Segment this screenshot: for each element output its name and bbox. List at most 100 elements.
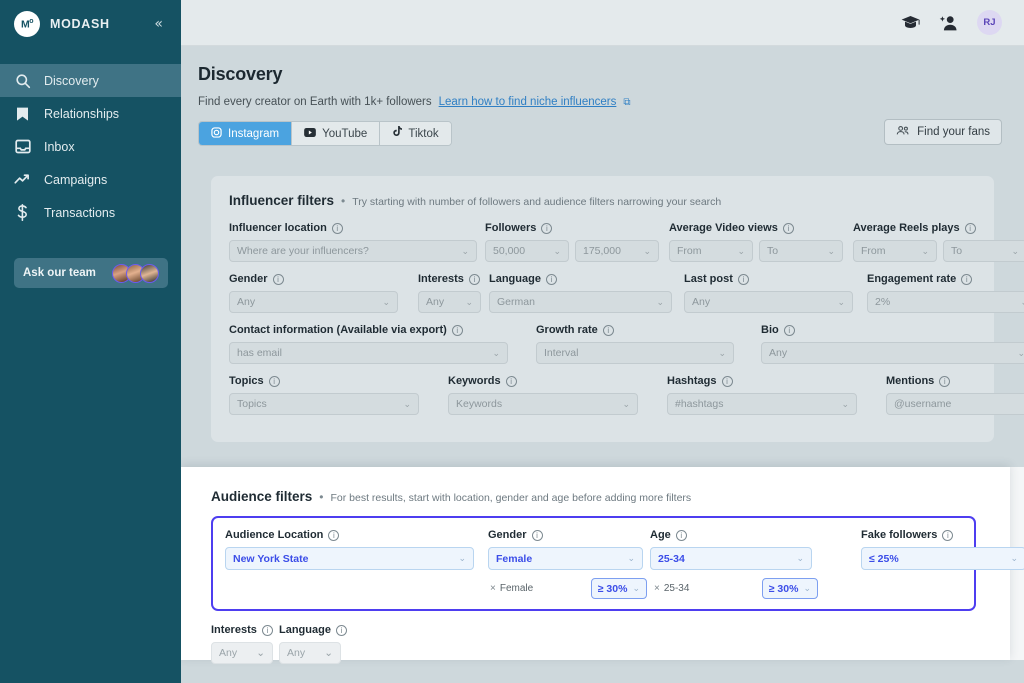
sidebar-item-inbox[interactable]: Inbox xyxy=(0,130,181,163)
select-mentions[interactable]: @username⌄ xyxy=(886,393,1024,415)
audience-filter-group-language: LanguageiAny⌄ xyxy=(279,624,347,664)
audience-chip-age: ×25-34≥ 30%⌄ xyxy=(654,578,818,599)
ask-our-team-button[interactable]: Ask our team xyxy=(14,258,168,288)
inbox-icon xyxy=(14,138,31,155)
user-avatar[interactable]: RJ xyxy=(977,10,1002,35)
tab-youtube[interactable]: YouTube xyxy=(292,122,380,145)
filter-label-text: Language xyxy=(489,273,541,285)
audience-filter-group-fake-followers: Fake followers i ≤ 25%⌄ xyxy=(861,529,1024,570)
remove-chip-icon[interactable]: × xyxy=(490,583,496,594)
influencer-filter-row: TopicsiTopics⌄KeywordsiKeywords⌄Hashtags… xyxy=(229,375,976,415)
select-followers-2[interactable]: 175,000⌄ xyxy=(575,240,659,262)
chevron-down-icon: ⌄ xyxy=(382,297,390,308)
contact-information-available-via-export-info-icon[interactable]: i xyxy=(452,325,463,336)
chip-label: Female xyxy=(500,583,533,594)
select-value: Any xyxy=(219,647,237,659)
learn-niche-influencers-link[interactable]: Learn how to find niche influencers xyxy=(439,96,617,108)
graduation-cap-icon[interactable] xyxy=(901,15,920,30)
gender-info-icon[interactable]: i xyxy=(273,274,284,285)
keywords-info-icon[interactable]: i xyxy=(506,376,517,387)
sidebar: Mo MODASH « Discovery Relationships xyxy=(0,0,181,683)
people-icon xyxy=(896,125,910,139)
select-engagement-rate[interactable]: 2%⌄ xyxy=(867,291,1024,313)
select-language[interactable]: German⌄ xyxy=(489,291,672,313)
average-video-views-info-icon[interactable]: i xyxy=(783,223,794,234)
tiktok-icon xyxy=(392,126,402,141)
select-keywords[interactable]: Keywords⌄ xyxy=(448,393,638,415)
influencer-filter-row: Contact information (Available via expor… xyxy=(229,324,976,364)
language-info-icon[interactable]: i xyxy=(336,625,347,636)
fake-followers-info-icon[interactable]: i xyxy=(942,530,953,541)
select-audience-interests[interactable]: Any⌄ xyxy=(211,642,273,664)
select-bio[interactable]: Any⌄ xyxy=(761,342,1024,364)
mentions-info-icon[interactable]: i xyxy=(939,376,950,387)
select-topics[interactable]: Topics⌄ xyxy=(229,393,419,415)
select-audience-location[interactable]: New York State⌄ xyxy=(225,547,474,570)
select-growth-rate[interactable]: Interval⌄ xyxy=(536,342,734,364)
sidebar-item-campaigns[interactable]: Campaigns xyxy=(0,163,181,196)
filter-fields: From⌄ To⌄ xyxy=(669,240,843,262)
select-fake-followers[interactable]: ≤ 25%⌄ xyxy=(861,547,1024,570)
select-average-video-views-1[interactable]: From⌄ xyxy=(669,240,753,262)
filter-group-contact-information-available-via-export: Contact information (Available via expor… xyxy=(229,324,508,364)
age-info-icon[interactable]: i xyxy=(676,530,687,541)
gender-info-icon[interactable]: i xyxy=(532,530,543,541)
tab-instagram[interactable]: Instagram xyxy=(199,122,292,145)
select-last-post[interactable]: Any⌄ xyxy=(684,291,853,313)
audience-filter-chips-row: ×Female≥ 30%⌄×25-34≥ 30%⌄ xyxy=(225,577,962,600)
engagement-rate-info-icon[interactable]: i xyxy=(961,274,972,285)
external-link-icon[interactable]: ⧉ xyxy=(623,97,630,108)
influencer-location-info-icon[interactable]: i xyxy=(332,223,343,234)
select-gender[interactable]: Any⌄ xyxy=(229,291,398,313)
select-interests[interactable]: Any⌄ xyxy=(418,291,481,313)
add-user-icon[interactable] xyxy=(939,15,958,31)
tab-tiktok[interactable]: Tiktok xyxy=(380,122,450,145)
select-influencer-location[interactable]: Where are your influencers?⌄ xyxy=(229,240,477,262)
select-audience-language[interactable]: Any⌄ xyxy=(279,642,341,664)
filter-label: Keywordsi xyxy=(448,375,638,387)
language-info-icon[interactable]: i xyxy=(546,274,557,285)
bio-info-icon[interactable]: i xyxy=(784,325,795,336)
interests-info-icon[interactable]: i xyxy=(469,274,480,285)
sidebar-item-relationships[interactable]: Relationships xyxy=(0,97,181,130)
filter-label-text: Average Reels plays xyxy=(853,222,960,234)
growth-rate-info-icon[interactable]: i xyxy=(603,325,614,336)
page-title: Discovery xyxy=(198,64,1024,85)
remove-chip-icon[interactable]: × xyxy=(654,583,660,594)
select-value: 25-34 xyxy=(658,553,685,565)
filter-label: Bioi xyxy=(761,324,1024,336)
select-value: @username xyxy=(894,398,951,410)
filter-label: Genderi xyxy=(488,529,643,541)
filter-label-text: Fake followers xyxy=(861,529,937,541)
select-age[interactable]: 25-34⌄ xyxy=(650,547,812,570)
brand-name: MODASH xyxy=(50,17,140,31)
avatar xyxy=(140,264,159,283)
audience-location-info-icon[interactable]: i xyxy=(328,530,339,541)
last-post-info-icon[interactable]: i xyxy=(738,274,749,285)
select-average-reels-plays-1[interactable]: From⌄ xyxy=(853,240,937,262)
collapse-sidebar-icon[interactable]: « xyxy=(150,15,167,33)
select-average-reels-plays-2[interactable]: To⌄ xyxy=(943,240,1024,262)
interests-info-icon[interactable]: i xyxy=(262,625,273,636)
select-average-video-views-2[interactable]: To⌄ xyxy=(759,240,843,262)
select-hashtags[interactable]: #hashtags⌄ xyxy=(667,393,857,415)
select-followers-1[interactable]: 50,000⌄ xyxy=(485,240,569,262)
select-value: Any xyxy=(692,296,710,308)
topics-info-icon[interactable]: i xyxy=(269,376,280,387)
select-value: 50,000 xyxy=(493,245,525,257)
page-subtitle: Find every creator on Earth with 1k+ fol… xyxy=(198,96,432,108)
percent-select-gender[interactable]: ≥ 30%⌄ xyxy=(591,578,647,599)
influencer-filters-hint: Try starting with number of followers an… xyxy=(352,196,721,208)
find-your-fans-button[interactable]: Find your fans xyxy=(884,119,1002,145)
percent-select-age[interactable]: ≥ 30%⌄ xyxy=(762,578,818,599)
select-gender[interactable]: Female⌄ xyxy=(488,547,643,570)
sidebar-item-discovery[interactable]: Discovery xyxy=(0,64,181,97)
average-reels-plays-info-icon[interactable]: i xyxy=(965,223,976,234)
hashtags-info-icon[interactable]: i xyxy=(722,376,733,387)
filter-label-text: Interests xyxy=(211,624,257,636)
sidebar-item-transactions[interactable]: Transactions xyxy=(0,196,181,229)
select-value: 175,000 xyxy=(583,245,621,257)
chevron-down-icon: ⌄ xyxy=(656,297,664,308)
followers-info-icon[interactable]: i xyxy=(541,223,552,234)
select-contact-information-available-via-export[interactable]: has email⌄ xyxy=(229,342,508,364)
